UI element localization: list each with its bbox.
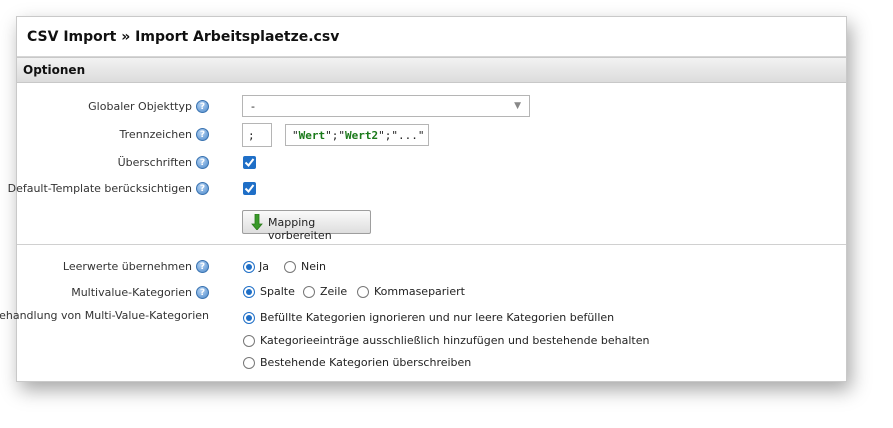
behandlung-option-3-label: Bestehende Kategorien überschreiben bbox=[260, 356, 472, 369]
multivalue-zeile-label: Zeile bbox=[320, 285, 348, 298]
behandlung-option-1-label: Befüllte Kategorien ignorieren und nur l… bbox=[260, 311, 615, 324]
leerwerte-ja-radio[interactable] bbox=[243, 261, 255, 273]
leerwerte-nein-radio[interactable] bbox=[284, 261, 296, 273]
default-template-checkbox[interactable] bbox=[243, 182, 256, 195]
checkmark-icon bbox=[244, 184, 255, 194]
multivalue-spalte-label: Spalte bbox=[260, 285, 295, 298]
ueberschriften-checkbox[interactable] bbox=[243, 156, 256, 169]
default-template-label: Default-Template berücksichtigen? bbox=[8, 181, 209, 195]
window-title-bar: CSV Import » Import Arbeitsplaetze.csv bbox=[17, 17, 846, 57]
behandlung-option-2-label: Kategorieeinträge ausschließlich hinzufü… bbox=[260, 334, 650, 347]
divider bbox=[17, 244, 846, 245]
leerwerte-ja-label: Ja bbox=[259, 260, 269, 273]
multivalue-kommasepariert-label: Kommasepariert bbox=[374, 285, 465, 298]
trennzeichen-label: Trennzeichen? bbox=[120, 127, 209, 141]
leerwerte-nein-label: Nein bbox=[301, 260, 327, 273]
section-header: Optionen bbox=[17, 57, 846, 83]
behandlung-option-1-radio[interactable] bbox=[243, 312, 255, 324]
help-icon[interactable]: ? bbox=[196, 285, 209, 299]
window-title: CSV Import » Import Arbeitsplaetze.csv bbox=[27, 29, 340, 45]
ueberschriften-label: Überschriften? bbox=[118, 155, 209, 169]
multivalue-label: Multivalue-Kategorien? bbox=[71, 285, 209, 299]
csv-import-panel: CSV Import » Import Arbeitsplaetze.csv O… bbox=[0, 16, 847, 382]
trennzeichen-example: "Wert";"Wert2";"..." bbox=[285, 124, 429, 146]
behandlung-label: Behandlung von Multi-Value-Kategorien bbox=[0, 308, 209, 322]
help-icon[interactable]: ? bbox=[196, 181, 209, 195]
mapping-vorbereiten-button[interactable]: Mapping vorbereiten bbox=[242, 210, 371, 242]
multivalue-spalte-radio[interactable] bbox=[243, 286, 255, 298]
objekttyp-label: Globaler Objekttyp? bbox=[88, 99, 209, 113]
green-down-arrow-icon bbox=[251, 214, 263, 230]
section-title: Optionen bbox=[23, 63, 86, 77]
leerwerte-label: Leerwerte übernehmen? bbox=[63, 259, 209, 273]
behandlung-option-2-radio[interactable] bbox=[243, 335, 255, 347]
behandlung-option-3-radio[interactable] bbox=[243, 357, 255, 369]
multivalue-zeile-radio[interactable] bbox=[303, 286, 315, 298]
help-icon[interactable]: ? bbox=[196, 259, 209, 273]
mapping-button-label: Mapping vorbereiten bbox=[268, 216, 332, 242]
checkmark-icon bbox=[244, 158, 255, 168]
multivalue-kommasepariert-radio[interactable] bbox=[357, 286, 369, 298]
dropdown-arrow-icon: ▼ bbox=[514, 101, 521, 111]
help-icon[interactable]: ? bbox=[196, 155, 209, 169]
trennzeichen-input[interactable]: ; bbox=[242, 123, 272, 147]
objekttyp-select[interactable]: - ▼ bbox=[242, 95, 530, 117]
help-icon[interactable]: ? bbox=[196, 127, 209, 141]
help-icon[interactable]: ? bbox=[196, 99, 209, 113]
objekttyp-value: - bbox=[251, 100, 255, 113]
